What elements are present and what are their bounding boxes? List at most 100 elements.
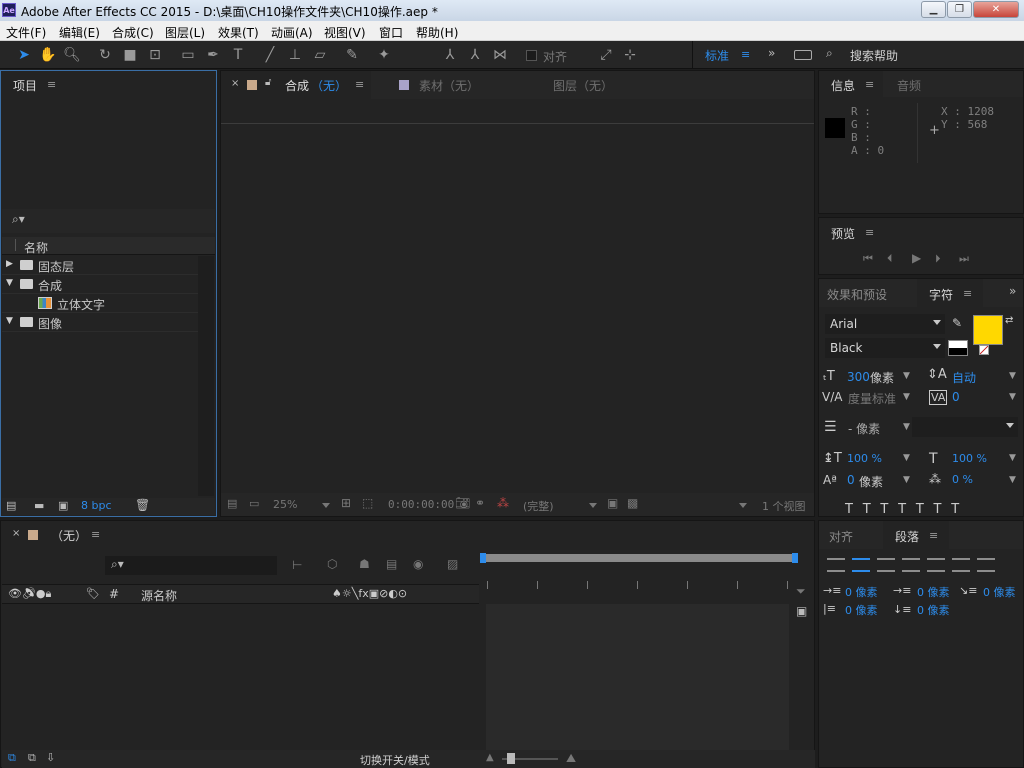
stroke-width-value[interactable]: - 像素 [848,420,880,437]
timeline-menu-icon[interactable]: ≡ [91,528,100,541]
project-item-images[interactable]: ▼ 图像 [2,313,198,332]
info-menu-icon[interactable]: ≡ [865,78,874,91]
viewer-menu-icon[interactable]: ≡ [355,78,364,91]
tab-paragraph[interactable]: 段落 ≡ [883,521,949,549]
comp-button-icon[interactable]: ▣ [796,604,807,618]
menu-view[interactable]: 视图(V) [324,24,366,41]
shy-layers-icon[interactable]: ☗ [359,557,370,571]
frame-blending-icon[interactable]: ▤ [386,557,397,571]
zoom-level[interactable]: 25% [273,498,297,511]
bit-depth-button[interactable]: 8 bpc [81,499,112,512]
preview-menu-icon[interactable]: ≡ [865,226,874,239]
no-color-icon[interactable] [979,345,989,355]
space-after-value[interactable]: 0 像素 [917,602,950,618]
tab-timeline[interactable]: （无） [51,527,87,544]
paragraph-menu-icon[interactable]: ≡ [929,529,938,542]
chevron-down-icon[interactable]: ▼ [903,371,910,381]
chevron-down-icon[interactable]: ▼ [1009,392,1016,402]
timeline-zoom-handle[interactable] [507,753,515,764]
tab-info[interactable]: 信息 ≡ [819,71,883,97]
align-left-icon[interactable] [827,558,845,572]
maximize-button[interactable]: ❐ [947,1,972,18]
baseline-shift-value[interactable]: 0 [847,473,855,487]
work-area-start-handle[interactable] [480,553,486,563]
search-help-input[interactable]: 搜索帮助 [850,47,898,64]
close-button[interactable]: ✕ [973,1,1019,18]
motion-blur-icon[interactable]: ◉ [413,557,423,571]
project-search-bar[interactable]: ⌕▾ [2,209,215,233]
tab-character[interactable]: 字符 ≡ [917,279,983,307]
justify-last-right-icon[interactable] [952,558,970,572]
project-item-comps[interactable]: ▼ 合成 [2,275,198,294]
menu-edit[interactable]: 编辑(E) [59,24,100,41]
menu-help[interactable]: 帮助(H) [416,24,458,41]
font-style-dropdown[interactable]: Black [825,338,945,358]
indent-right-value[interactable]: 0 像素 [983,584,1016,600]
trash-icon[interactable]: 🗑︎ [135,498,150,512]
magnification-icon[interactable]: ▤ [227,497,237,510]
timeline-zoom-slider[interactable] [502,753,558,764]
project-item-composition[interactable]: 立体文字 [2,294,198,313]
column-name[interactable]: 名称 [24,239,48,256]
roto-brush-tool-icon[interactable]: ✎ [342,45,362,65]
rectangle-tool-icon[interactable]: ▭ [178,45,198,65]
view-dropdown-icon[interactable] [739,503,747,508]
pan-behind-tool-icon[interactable]: ⊡ [145,45,165,65]
work-area-end-handle[interactable] [792,553,798,563]
region-of-interest-icon[interactable]: ⬚ [362,496,373,510]
tab-layer[interactable]: 图层（无） [553,77,613,94]
view-axis-icon[interactable]: ⋈ [490,45,510,65]
justify-last-left-icon[interactable] [902,558,920,572]
eyedropper-icon[interactable]: ✎ [952,316,962,330]
tab-align[interactable]: 对齐 [829,528,853,545]
selection-tool-icon[interactable]: ➤ [14,45,34,65]
world-axis-icon[interactable]: ⅄ [465,45,485,65]
composition-flowchart-icon[interactable]: ⊢ [292,558,302,572]
text-tool-icon[interactable]: T [228,45,248,65]
fast-previews-icon[interactable]: ▣ [607,496,618,510]
transparency-grid-icon[interactable]: ▩ [627,496,638,510]
indent-left-value[interactable]: 0 像素 [845,584,878,600]
snapping-checkbox[interactable] [526,50,537,61]
chevron-down-icon[interactable]: ▼ [903,422,910,432]
menu-composition[interactable]: 合成(C) [112,24,154,41]
swap-colors-icon[interactable]: ⇄ [1005,315,1013,326]
monitor-icon[interactable]: ▭ [249,497,259,510]
tab-composition[interactable]: × 🔓︎ 合成 （无） ≡ [221,71,371,99]
menu-file[interactable]: 文件(F) [6,24,46,41]
paragraph-alignment-buttons[interactable] [827,558,1002,575]
collapse-arrow-icon[interactable]: ▼ [6,316,13,326]
chevron-down-icon[interactable]: ▼ [1009,371,1016,381]
sync-settings-icon[interactable] [794,50,812,60]
align-right-icon[interactable] [877,558,895,572]
new-folder-icon[interactable]: ▬ [34,499,44,512]
previous-frame-icon[interactable]: ⏴ [887,252,893,266]
timeline-track-area[interactable] [486,604,789,750]
horizontal-scale-value[interactable]: 100 % [952,452,987,465]
zoom-dropdown-icon[interactable] [322,503,330,508]
tab-preview[interactable]: 预览 [831,225,855,242]
show-snapshot-icon[interactable]: ⚭ [475,496,485,510]
chevron-down-icon[interactable]: ▼ [903,475,910,485]
resolution-dropdown-icon[interactable] [589,503,597,508]
hand-tool-icon[interactable]: ✋ [38,45,58,65]
visibility-audio-solo-lock-icons[interactable]: 👁︎🔊︎●🔒︎ [8,587,51,601]
clone-stamp-tool-icon[interactable]: ⊥ [285,45,305,65]
chevron-down-icon[interactable]: ▼ [1009,475,1016,485]
project-scrollbar[interactable] [198,256,214,496]
brush-tool-icon[interactable]: ╱ [260,45,280,65]
leading-value[interactable]: 自动 [952,369,976,386]
font-family-dropdown[interactable]: Arial [825,314,945,334]
layer-switches-icons[interactable]: ♠☼╲fx▣⊘◐⊙ [332,587,407,600]
close-tab-icon[interactable]: × [12,528,20,539]
text-style-buttons[interactable]: TTTTTTT [845,502,969,516]
toggle-switches-modes-button[interactable]: 切换开关/模式 [360,752,430,768]
first-frame-icon[interactable]: ⏮ [863,252,873,266]
camera-tool-icon[interactable]: ■ [120,45,140,65]
draft-3d-icon[interactable]: ⬡ [327,557,337,571]
chevron-down-icon[interactable]: ▼ [903,392,910,402]
stroke-style-dropdown[interactable] [912,417,1018,437]
snap-edges-icon[interactable]: ⤢ [596,45,616,65]
timeline-search-input[interactable]: ⌕▾ [105,556,277,575]
snap-features-icon[interactable]: ⊹ [620,45,640,65]
